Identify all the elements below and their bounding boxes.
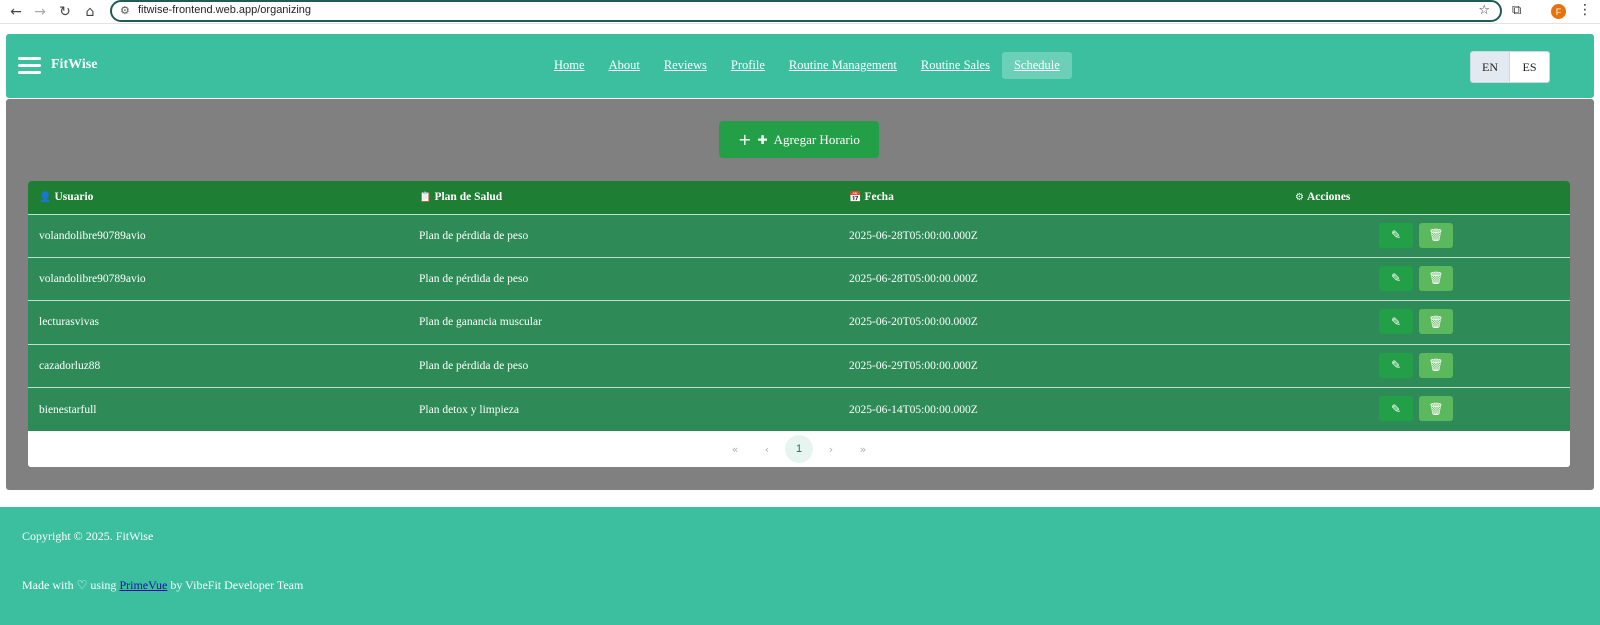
delete-button[interactable]: 🗑 [1419,309,1453,335]
plus-emoji-icon: ✚ [757,132,768,147]
cell-actions: ✎ 🗑 [1284,301,1570,344]
language-selector: EN ES [1470,51,1550,83]
cell-date: 2025-06-28T05:00:00.000Z [849,273,978,286]
reload-icon[interactable]: ↻ [55,2,75,22]
nav-profile[interactable]: Profile [731,52,765,79]
lang-en-button[interactable]: EN [1471,52,1510,82]
edit-button[interactable]: ✎ [1379,222,1413,248]
schedule-table: 👤 Usuario 📋 Plan de Salud 📅 Fecha ⚙ Acciones… [28,181,1570,467]
next-page-icon[interactable]: › [817,435,845,463]
add-schedule-button[interactable]: + ✚ Agregar Horario [719,121,879,158]
footer: Copyright © 2025. FitWise Made with ♡ us… [0,507,1600,625]
cell-actions: ✎ 🗑 [1284,257,1570,300]
made-with-text: Made with ♡ using PrimeVue by VibeFit De… [22,578,304,592]
nav-reviews[interactable]: Reviews [664,52,707,79]
table-row: cazadorluz88 Plan de pérdida de peso 202… [28,344,1570,388]
back-arrow-icon[interactable]: ← [6,2,26,22]
edit-button[interactable]: ✎ [1379,309,1413,335]
trash-icon: 🗑 [1428,228,1444,242]
paginator: « ‹ 1 › » [28,431,1570,467]
nav-routine-management[interactable]: Routine Management [789,52,897,79]
hamburger-menu-icon[interactable] [18,57,41,74]
cell-user: bienestarfull [39,403,97,416]
plus-icon: + [738,130,752,149]
last-page-icon[interactable]: » [849,435,877,463]
add-schedule-label: Agregar Horario [773,131,860,147]
cell-plan: Plan de pérdida de peso [419,273,529,286]
user-icon: 👤 [39,192,52,204]
column-header-date[interactable]: 📅 Fecha [838,181,1284,214]
copyright-text: Copyright © 2025. FitWise [22,529,154,543]
table-row: volandolibre90789avio Plan de pérdida de… [28,257,1570,301]
nav-routine-sales[interactable]: Routine Sales [921,52,990,79]
cell-actions: ✎ 🗑 [1284,388,1570,431]
heart-icon: ♡ [76,578,88,592]
column-header-user[interactable]: 👤 Usuario [28,181,408,214]
pencil-icon: ✎ [1390,314,1402,329]
delete-button[interactable]: 🗑 [1419,222,1453,248]
nav-home[interactable]: Home [554,52,585,79]
schedule-panel: + ✚ Agregar Horario 👤 Usuario 📋 Plan de Sa… [6,99,1594,490]
main-nav: Home About Reviews Profile Routine Manag… [554,51,1072,80]
browser-menu-icon[interactable]: ⋮ [1578,2,1592,18]
gear-icon: ⚙ [1295,192,1304,204]
pencil-icon: ✎ [1390,401,1402,416]
url-text[interactable]: fitwise-frontend.web.app/organizing [138,4,311,16]
pencil-icon: ✎ [1390,271,1402,286]
cell-date: 2025-06-28T05:00:00.000Z [849,229,978,242]
cell-actions: ✎ 🗑 [1284,214,1570,257]
table-header-row: 👤 Usuario 📋 Plan de Salud 📅 Fecha ⚙ Acciones [28,181,1570,214]
nav-about[interactable]: About [609,52,640,79]
cell-plan: Plan de pérdida de peso [419,229,529,242]
cell-plan: Plan de ganancia muscular [419,316,542,329]
edit-button[interactable]: ✎ [1379,396,1413,422]
edit-button[interactable]: ✎ [1379,352,1413,378]
cell-user: cazadorluz88 [39,359,101,372]
cell-user: volandolibre90789avio [39,273,146,286]
pencil-icon: ✎ [1390,228,1402,242]
delete-button[interactable]: 🗑 [1419,396,1453,422]
primevue-link[interactable]: PrimeVue [119,578,167,592]
cell-date: 2025-06-20T05:00:00.000Z [849,316,978,329]
pencil-icon: ✎ [1390,358,1402,373]
home-icon[interactable]: ⌂ [80,2,100,22]
table-row: bienestarfull Plan detox y limpieza 2025… [28,387,1570,431]
app-header: FitWise Home About Reviews Profile Routi… [6,34,1594,98]
cell-actions: ✎ 🗑 [1284,344,1570,387]
clipboard-icon: 📋 [419,192,432,204]
trash-icon: 🗑 [1428,314,1444,329]
site-settings-icon[interactable]: ⚙ [120,4,130,17]
bookmark-star-icon[interactable]: ☆ [1478,3,1490,18]
edit-button[interactable]: ✎ [1379,265,1413,291]
delete-button[interactable]: 🗑 [1419,265,1453,291]
extensions-icon[interactable]: ⧉ [1512,3,1521,18]
cell-date: 2025-06-14T05:00:00.000Z [849,403,978,416]
prev-page-icon[interactable]: ‹ [753,435,781,463]
calendar-icon: 📅 [849,192,862,204]
cell-user: volandolibre90789avio [39,229,146,242]
cell-plan: Plan detox y limpieza [419,403,519,416]
forward-arrow-icon[interactable]: → [30,2,50,22]
trash-icon: 🗑 [1428,358,1444,373]
cell-user: lecturasvivas [39,316,100,329]
first-page-icon[interactable]: « [721,435,749,463]
address-bar[interactable]: ⚙ fitwise-frontend.web.app/organizing ☆ [110,0,1502,22]
page-number-button[interactable]: 1 [785,435,813,463]
column-header-actions: ⚙ Acciones [1295,191,1351,204]
table-row: lecturasvivas Plan de ganancia muscular … [28,300,1570,345]
lang-es-button[interactable]: ES [1510,52,1549,82]
cell-date: 2025-06-29T05:00:00.000Z [849,359,978,372]
table-row: volandolibre90789avio Plan de pérdida de… [28,214,1570,258]
profile-avatar[interactable]: F [1551,4,1566,19]
cell-plan: Plan de pérdida de peso [419,359,529,372]
browser-toolbar: ← → ↻ ⌂ ⚙ fitwise-frontend.web.app/organ… [0,0,1600,24]
trash-icon: 🗑 [1428,271,1444,286]
column-header-plan[interactable]: 📋 Plan de Salud [408,181,838,214]
delete-button[interactable]: 🗑 [1419,352,1453,378]
brand-name: FitWise [51,57,98,72]
trash-icon: 🗑 [1428,401,1444,416]
nav-schedule[interactable]: Schedule [1001,52,1072,79]
